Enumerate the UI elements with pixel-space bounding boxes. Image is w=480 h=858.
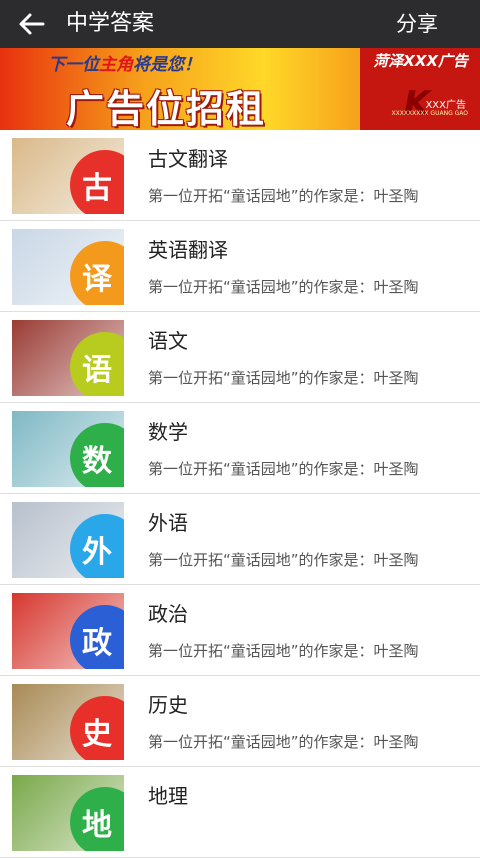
subject-thumbnail: 外 <box>12 502 124 578</box>
item-title: 英语翻译 <box>148 238 228 262</box>
list-item[interactable]: 外外语第一位开拓“童话园地”的作家是：叶圣陶 <box>0 494 480 585</box>
item-description: 第一位开拓“童话园地”的作家是：叶圣陶 <box>148 460 419 478</box>
item-title: 古文翻译 <box>148 147 228 171</box>
list-item[interactable]: 数数学第一位开拓“童话园地”的作家是：叶圣陶 <box>0 403 480 494</box>
list-item[interactable]: 古古文翻译第一位开拓“童话园地”的作家是：叶圣陶 <box>0 130 480 221</box>
subject-thumbnail: 地 <box>12 775 124 851</box>
item-title: 历史 <box>148 693 188 717</box>
item-title: 政治 <box>148 602 188 626</box>
item-description: 第一位开拓“童话园地”的作家是：叶圣陶 <box>148 733 419 751</box>
app-bar: 中学答案 分享 <box>0 0 480 48</box>
list-item[interactable]: 史历史第一位开拓“童话园地”的作家是：叶圣陶 <box>0 676 480 767</box>
ad-banner[interactable]: 下一位主角将是您！ 广告位招租 菏泽XXX广告 K XXX广告 XXXXXXXX… <box>0 48 480 130</box>
item-description: 第一位开拓“童话园地”的作家是：叶圣陶 <box>148 642 419 660</box>
banner-headline: 广告位招租 <box>66 87 267 130</box>
banner-company-name: 菏泽XXX广告 <box>373 52 468 70</box>
item-title: 外语 <box>148 511 188 535</box>
subject-thumbnail: 史 <box>12 684 124 760</box>
item-title: 数学 <box>148 420 188 444</box>
item-description: 第一位开拓“童话园地”的作家是：叶圣陶 <box>148 187 419 205</box>
page-title: 中学答案 <box>66 11 155 36</box>
item-description: 第一位开拓“童话园地”的作家是：叶圣陶 <box>148 278 419 296</box>
list-item[interactable]: 地地理 <box>0 767 480 858</box>
list-item[interactable]: 政政治第一位开拓“童话园地”的作家是：叶圣陶 <box>0 585 480 676</box>
item-title: 地理 <box>148 784 188 808</box>
banner-logo-subtext: XXXXXXXXX GUANG GAO <box>391 110 468 117</box>
back-arrow-icon[interactable] <box>16 8 48 40</box>
list-item[interactable]: 译英语翻译第一位开拓“童话园地”的作家是：叶圣陶 <box>0 221 480 312</box>
subject-thumbnail: 古 <box>12 138 124 214</box>
subject-thumbnail: 译 <box>12 229 124 305</box>
banner-logo-text: XXX广告 <box>425 100 466 111</box>
subject-thumbnail: 数 <box>12 411 124 487</box>
banner-tagline: 下一位主角将是您！ <box>48 55 201 75</box>
item-title: 语文 <box>148 329 188 353</box>
item-description: 第一位开拓“童话园地”的作家是：叶圣陶 <box>148 369 419 387</box>
item-description: 第一位开拓“童话园地”的作家是：叶圣陶 <box>148 551 419 569</box>
subject-thumbnail: 政 <box>12 593 124 669</box>
subject-thumbnail: 语 <box>12 320 124 396</box>
share-button[interactable]: 分享 <box>396 9 438 39</box>
list-item[interactable]: 语语文第一位开拓“童话园地”的作家是：叶圣陶 <box>0 312 480 403</box>
